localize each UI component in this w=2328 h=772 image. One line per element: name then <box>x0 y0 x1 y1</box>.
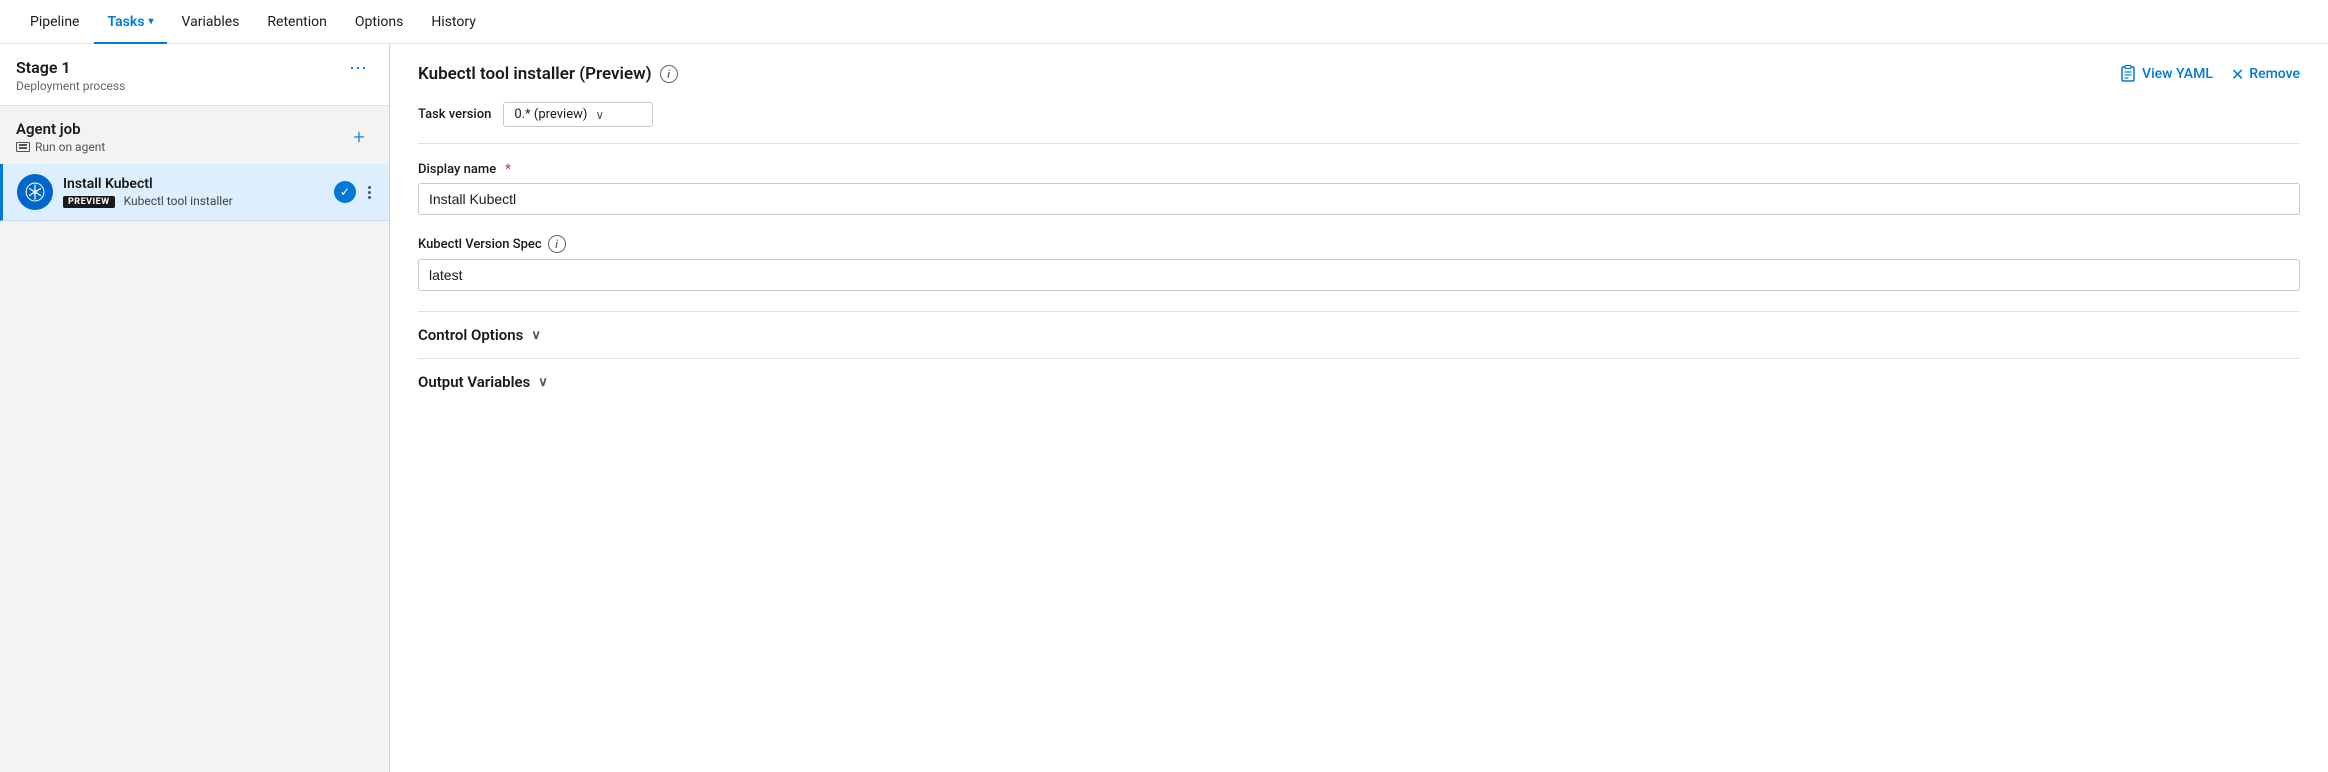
task-icon-wrap <box>17 174 53 210</box>
agent-job-title: Agent job <box>16 120 105 138</box>
required-asterisk: * <box>505 162 511 177</box>
nav-options[interactable]: Options <box>341 0 417 44</box>
remove-button[interactable]: ✕ Remove <box>2231 65 2300 84</box>
control-options-header[interactable]: Control Options ∨ <box>418 326 2300 344</box>
display-name-input[interactable] <box>418 183 2300 215</box>
view-yaml-button[interactable]: View YAML <box>2120 65 2213 83</box>
agent-job-section: Agent job Run on agent + <box>0 106 389 225</box>
kubectl-version-input[interactable] <box>418 259 2300 291</box>
info-icon[interactable]: i <box>660 65 678 83</box>
top-nav: Pipeline Tasks ▾ Variables Retention Opt… <box>0 0 2328 44</box>
main-layout: Stage 1 Deployment process ⋯ Agent job R… <box>0 44 2328 772</box>
detail-header: Kubectl tool installer (Preview) i View … <box>418 64 2300 84</box>
stage-more-options-button[interactable]: ⋯ <box>345 58 373 80</box>
task-right: ✓ <box>334 181 375 203</box>
kubectl-version-section: Kubectl Version Spec i <box>418 235 2300 291</box>
task-item[interactable]: Install Kubectl PREVIEW Kubectl tool ins… <box>0 164 389 221</box>
version-dropdown-arrow: ∨ <box>595 108 604 122</box>
tasks-dropdown-arrow: ▾ <box>148 16 153 27</box>
control-options-section: Control Options ∨ <box>418 311 2300 358</box>
output-variables-section: Output Variables ∨ <box>418 358 2300 405</box>
detail-title: Kubectl tool installer (Preview) <box>418 64 652 84</box>
nav-history[interactable]: History <box>417 0 490 44</box>
task-version-row: Task version 0.* (preview) ∨ <box>418 102 2300 127</box>
stage-header: Stage 1 Deployment process ⋯ <box>0 44 389 106</box>
nav-pipeline[interactable]: Pipeline <box>16 0 94 44</box>
nav-tasks[interactable]: Tasks ▾ <box>94 0 168 44</box>
yaml-icon <box>2120 65 2136 83</box>
task-version-select[interactable]: 0.* (preview) ∨ <box>503 102 653 127</box>
detail-actions: View YAML ✕ Remove <box>2120 65 2300 84</box>
stage-subtitle: Deployment process <box>16 79 125 93</box>
task-check-icon: ✓ <box>334 181 356 203</box>
agent-job-subtitle: Run on agent <box>16 140 105 154</box>
task-name: Install Kubectl <box>63 176 334 192</box>
task-badge: PREVIEW <box>63 196 115 208</box>
agent-job-info: Agent job Run on agent <box>16 120 105 154</box>
kubectl-version-label: Kubectl Version Spec i <box>418 235 2300 253</box>
right-panel: Kubectl tool installer (Preview) i View … <box>390 44 2328 772</box>
left-panel: Stage 1 Deployment process ⋯ Agent job R… <box>0 44 390 772</box>
control-options-chevron: ∨ <box>531 328 541 343</box>
stage-title: Stage 1 <box>16 58 125 77</box>
detail-title-wrap: Kubectl tool installer (Preview) i <box>418 64 678 84</box>
agent-job-header: Agent job Run on agent + <box>0 110 389 164</box>
add-task-button[interactable]: + <box>345 123 373 151</box>
output-variables-chevron: ∨ <box>538 375 548 390</box>
task-info: Install Kubectl PREVIEW Kubectl tool ins… <box>63 176 334 208</box>
kubectl-icon <box>24 181 46 203</box>
agent-icon <box>16 142 30 152</box>
task-subtitle: PREVIEW Kubectl tool installer <box>63 194 334 208</box>
stage-info: Stage 1 Deployment process <box>16 58 125 93</box>
separator-1 <box>418 143 2300 144</box>
output-variables-header[interactable]: Output Variables ∨ <box>418 373 2300 391</box>
task-version-label: Task version <box>418 107 491 122</box>
display-name-label: Display name * <box>418 162 2300 177</box>
task-more-options-button[interactable] <box>364 182 375 203</box>
display-name-section: Display name * <box>418 162 2300 215</box>
nav-variables[interactable]: Variables <box>167 0 253 44</box>
nav-retention[interactable]: Retention <box>253 0 341 44</box>
close-icon: ✕ <box>2231 65 2244 84</box>
kubectl-version-info-icon[interactable]: i <box>548 235 566 253</box>
